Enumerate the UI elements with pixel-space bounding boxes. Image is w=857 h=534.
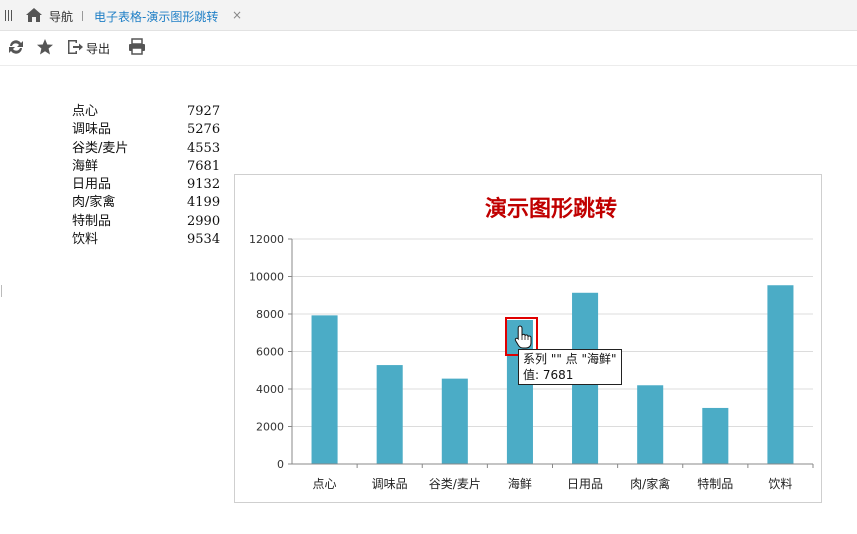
- chart-tooltip: 系列 "" 点 "海鲜" 值: 7681: [518, 349, 622, 385]
- x-tick-label: 特制品: [697, 476, 733, 491]
- tooltip-series-line: 系列 "" 点 "海鲜": [523, 352, 617, 366]
- tab-active[interactable]: 电子表格-演示图形跳转: [94, 8, 218, 25]
- category-label: 点心: [72, 104, 99, 119]
- bar-chart: 演示图形跳转 0 2000 4000 6000 8000 10000 12000 点心 调味品 谷…: [234, 174, 822, 503]
- category-value: 7927: [187, 104, 221, 119]
- tooltip-value-line: 值: 7681: [523, 368, 574, 382]
- chart-title: 演示图形跳转: [485, 196, 617, 222]
- bar: [376, 365, 403, 464]
- export-icon[interactable]: [67, 39, 84, 57]
- category-value: 9534: [187, 232, 221, 248]
- print-icon[interactable]: [128, 38, 146, 56]
- tab-divider: [82, 11, 83, 21]
- bar: [637, 385, 664, 464]
- bar: [767, 285, 794, 464]
- y-tick-label: 8000: [256, 308, 284, 321]
- category-label: 特制品: [72, 213, 112, 229]
- y-tick-label: 10000: [249, 271, 284, 284]
- category-label: 海鲜: [72, 158, 99, 174]
- category-value: 5276: [187, 122, 221, 138]
- grid-layer: [292, 238, 813, 427]
- category-value: 4199: [187, 195, 221, 211]
- menu-icon[interactable]: [5, 10, 13, 21]
- x-tick-label: 饮料: [768, 477, 792, 491]
- star-icon[interactable]: [36, 38, 54, 56]
- category-label: 日用品: [72, 177, 112, 193]
- export-button[interactable]: 导出: [86, 40, 110, 57]
- y-tick-label: 2000: [256, 421, 284, 434]
- bar: [702, 407, 729, 464]
- y-tick-label: 4000: [256, 383, 284, 396]
- y-tick-label: 12000: [249, 233, 284, 246]
- category-value: 9132: [187, 177, 221, 193]
- category-label: 肉/家禽: [72, 195, 116, 211]
- y-tick-label: 6000: [256, 346, 284, 359]
- nav-label[interactable]: 导航: [49, 8, 73, 25]
- category-label: 饮料: [72, 232, 99, 248]
- category-value: 2990: [187, 213, 221, 229]
- x-tick-label: 日用品: [567, 477, 603, 491]
- hand-cursor-icon: [514, 325, 532, 349]
- bar: [441, 378, 468, 464]
- x-tick-label: 海鲜: [508, 476, 532, 491]
- category-label: 谷类/麦片: [72, 140, 129, 156]
- category-value: 7681: [187, 158, 221, 174]
- y-tick-label: 0: [277, 458, 284, 471]
- scroll-edge-marker: [1, 285, 2, 297]
- x-tick-label: 谷类/麦片: [429, 477, 481, 491]
- x-tick-label: 肉/家禽: [630, 476, 670, 491]
- x-tick-label: 点心: [313, 477, 337, 491]
- x-tick-label: 调味品: [372, 477, 408, 491]
- home-icon[interactable]: [25, 7, 43, 23]
- tab-bar: 导航 电子表格-演示图形跳转 ×: [0, 0, 857, 31]
- tab-close-button[interactable]: ×: [232, 8, 242, 22]
- category-value: 4553: [187, 140, 221, 156]
- category-label: 调味品: [72, 122, 112, 138]
- refresh-icon[interactable]: [8, 39, 24, 57]
- bar: [311, 315, 338, 464]
